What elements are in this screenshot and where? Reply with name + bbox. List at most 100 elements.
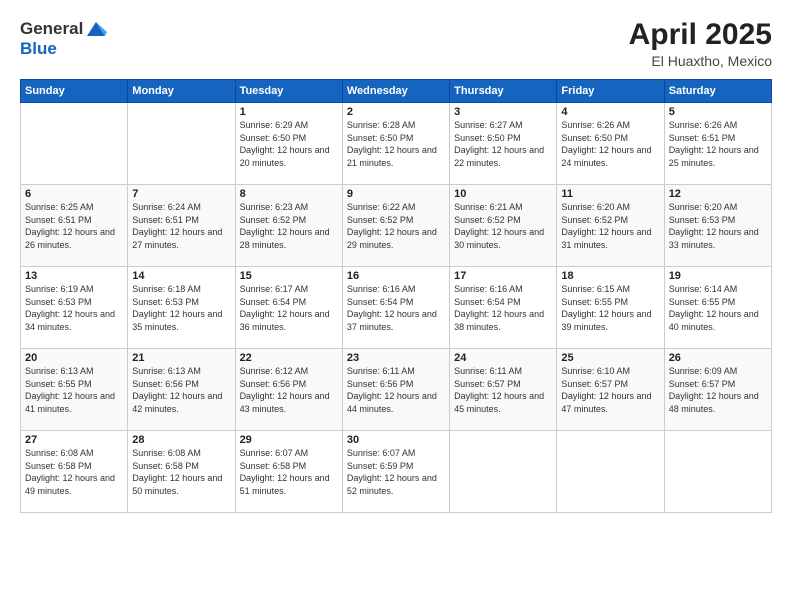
- day-number: 20: [25, 352, 123, 364]
- week-row-5: 27Sunrise: 6:08 AMSunset: 6:58 PMDayligh…: [21, 431, 772, 513]
- calendar-cell: 19Sunrise: 6:14 AMSunset: 6:55 PMDayligh…: [664, 267, 771, 349]
- calendar-cell: 7Sunrise: 6:24 AMSunset: 6:51 PMDaylight…: [128, 185, 235, 267]
- calendar-cell: 12Sunrise: 6:20 AMSunset: 6:53 PMDayligh…: [664, 185, 771, 267]
- day-info: Sunrise: 6:13 AMSunset: 6:55 PMDaylight:…: [25, 365, 123, 415]
- calendar-cell: [21, 103, 128, 185]
- day-info: Sunrise: 6:08 AMSunset: 6:58 PMDaylight:…: [25, 447, 123, 497]
- day-number: 16: [347, 270, 445, 282]
- week-row-2: 6Sunrise: 6:25 AMSunset: 6:51 PMDaylight…: [21, 185, 772, 267]
- calendar-cell: 16Sunrise: 6:16 AMSunset: 6:54 PMDayligh…: [342, 267, 449, 349]
- day-info: Sunrise: 6:09 AMSunset: 6:57 PMDaylight:…: [669, 365, 767, 415]
- calendar-cell: 17Sunrise: 6:16 AMSunset: 6:54 PMDayligh…: [450, 267, 557, 349]
- day-info: Sunrise: 6:14 AMSunset: 6:55 PMDaylight:…: [669, 283, 767, 333]
- calendar-cell: 22Sunrise: 6:12 AMSunset: 6:56 PMDayligh…: [235, 349, 342, 431]
- title-area: April 2025 El Huaxtho, Mexico: [629, 18, 772, 69]
- weekday-header-thursday: Thursday: [450, 80, 557, 103]
- calendar-cell: 5Sunrise: 6:26 AMSunset: 6:51 PMDaylight…: [664, 103, 771, 185]
- calendar-cell: 21Sunrise: 6:13 AMSunset: 6:56 PMDayligh…: [128, 349, 235, 431]
- day-info: Sunrise: 6:24 AMSunset: 6:51 PMDaylight:…: [132, 201, 230, 251]
- day-info: Sunrise: 6:23 AMSunset: 6:52 PMDaylight:…: [240, 201, 338, 251]
- weekday-header-saturday: Saturday: [664, 80, 771, 103]
- day-number: 18: [561, 270, 659, 282]
- calendar-cell: 25Sunrise: 6:10 AMSunset: 6:57 PMDayligh…: [557, 349, 664, 431]
- calendar-cell: 8Sunrise: 6:23 AMSunset: 6:52 PMDaylight…: [235, 185, 342, 267]
- day-info: Sunrise: 6:17 AMSunset: 6:54 PMDaylight:…: [240, 283, 338, 333]
- day-number: 14: [132, 270, 230, 282]
- day-number: 23: [347, 352, 445, 364]
- weekday-header-monday: Monday: [128, 80, 235, 103]
- day-info: Sunrise: 6:20 AMSunset: 6:52 PMDaylight:…: [561, 201, 659, 251]
- day-number: 5: [669, 106, 767, 118]
- calendar-cell: 28Sunrise: 6:08 AMSunset: 6:58 PMDayligh…: [128, 431, 235, 513]
- day-info: Sunrise: 6:27 AMSunset: 6:50 PMDaylight:…: [454, 119, 552, 169]
- calendar-cell: 3Sunrise: 6:27 AMSunset: 6:50 PMDaylight…: [450, 103, 557, 185]
- day-number: 10: [454, 188, 552, 200]
- weekday-header-row: SundayMondayTuesdayWednesdayThursdayFrid…: [21, 80, 772, 103]
- day-info: Sunrise: 6:26 AMSunset: 6:51 PMDaylight:…: [669, 119, 767, 169]
- day-number: 28: [132, 434, 230, 446]
- day-number: 12: [669, 188, 767, 200]
- day-number: 17: [454, 270, 552, 282]
- week-row-3: 13Sunrise: 6:19 AMSunset: 6:53 PMDayligh…: [21, 267, 772, 349]
- calendar-cell: [450, 431, 557, 513]
- week-row-1: 1Sunrise: 6:29 AMSunset: 6:50 PMDaylight…: [21, 103, 772, 185]
- day-info: Sunrise: 6:12 AMSunset: 6:56 PMDaylight:…: [240, 365, 338, 415]
- day-info: Sunrise: 6:28 AMSunset: 6:50 PMDaylight:…: [347, 119, 445, 169]
- day-number: 24: [454, 352, 552, 364]
- calendar-cell: 4Sunrise: 6:26 AMSunset: 6:50 PMDaylight…: [557, 103, 664, 185]
- day-number: 7: [132, 188, 230, 200]
- day-info: Sunrise: 6:07 AMSunset: 6:59 PMDaylight:…: [347, 447, 445, 497]
- calendar-cell: 24Sunrise: 6:11 AMSunset: 6:57 PMDayligh…: [450, 349, 557, 431]
- day-info: Sunrise: 6:22 AMSunset: 6:52 PMDaylight:…: [347, 201, 445, 251]
- calendar-cell: 18Sunrise: 6:15 AMSunset: 6:55 PMDayligh…: [557, 267, 664, 349]
- day-number: 3: [454, 106, 552, 118]
- calendar-cell: 11Sunrise: 6:20 AMSunset: 6:52 PMDayligh…: [557, 185, 664, 267]
- page: General Blue April 2025 El Huaxtho, Mexi…: [0, 0, 792, 612]
- calendar-cell: 20Sunrise: 6:13 AMSunset: 6:55 PMDayligh…: [21, 349, 128, 431]
- logo-icon: [85, 18, 107, 40]
- day-info: Sunrise: 6:07 AMSunset: 6:58 PMDaylight:…: [240, 447, 338, 497]
- day-number: 15: [240, 270, 338, 282]
- calendar-cell: 2Sunrise: 6:28 AMSunset: 6:50 PMDaylight…: [342, 103, 449, 185]
- day-info: Sunrise: 6:18 AMSunset: 6:53 PMDaylight:…: [132, 283, 230, 333]
- day-number: 11: [561, 188, 659, 200]
- day-info: Sunrise: 6:29 AMSunset: 6:50 PMDaylight:…: [240, 119, 338, 169]
- day-number: 25: [561, 352, 659, 364]
- logo: General Blue: [20, 18, 107, 59]
- calendar-cell: 6Sunrise: 6:25 AMSunset: 6:51 PMDaylight…: [21, 185, 128, 267]
- calendar-cell: 9Sunrise: 6:22 AMSunset: 6:52 PMDaylight…: [342, 185, 449, 267]
- day-number: 6: [25, 188, 123, 200]
- day-info: Sunrise: 6:15 AMSunset: 6:55 PMDaylight:…: [561, 283, 659, 333]
- day-info: Sunrise: 6:11 AMSunset: 6:57 PMDaylight:…: [454, 365, 552, 415]
- day-number: 21: [132, 352, 230, 364]
- day-number: 8: [240, 188, 338, 200]
- calendar-cell: 23Sunrise: 6:11 AMSunset: 6:56 PMDayligh…: [342, 349, 449, 431]
- day-number: 1: [240, 106, 338, 118]
- weekday-header-friday: Friday: [557, 80, 664, 103]
- calendar-cell: 30Sunrise: 6:07 AMSunset: 6:59 PMDayligh…: [342, 431, 449, 513]
- day-info: Sunrise: 6:13 AMSunset: 6:56 PMDaylight:…: [132, 365, 230, 415]
- calendar-cell: 27Sunrise: 6:08 AMSunset: 6:58 PMDayligh…: [21, 431, 128, 513]
- day-info: Sunrise: 6:16 AMSunset: 6:54 PMDaylight:…: [454, 283, 552, 333]
- calendar-cell: 13Sunrise: 6:19 AMSunset: 6:53 PMDayligh…: [21, 267, 128, 349]
- calendar-cell: 1Sunrise: 6:29 AMSunset: 6:50 PMDaylight…: [235, 103, 342, 185]
- day-number: 4: [561, 106, 659, 118]
- weekday-header-wednesday: Wednesday: [342, 80, 449, 103]
- day-number: 27: [25, 434, 123, 446]
- day-number: 22: [240, 352, 338, 364]
- day-number: 9: [347, 188, 445, 200]
- day-number: 13: [25, 270, 123, 282]
- calendar-cell: 29Sunrise: 6:07 AMSunset: 6:58 PMDayligh…: [235, 431, 342, 513]
- week-row-4: 20Sunrise: 6:13 AMSunset: 6:55 PMDayligh…: [21, 349, 772, 431]
- calendar-table: SundayMondayTuesdayWednesdayThursdayFrid…: [20, 79, 772, 513]
- weekday-header-tuesday: Tuesday: [235, 80, 342, 103]
- weekday-header-sunday: Sunday: [21, 80, 128, 103]
- day-number: 26: [669, 352, 767, 364]
- logo-general: General: [20, 20, 83, 39]
- logo-blue: Blue: [20, 40, 107, 59]
- day-info: Sunrise: 6:11 AMSunset: 6:56 PMDaylight:…: [347, 365, 445, 415]
- subtitle: El Huaxtho, Mexico: [629, 53, 772, 69]
- calendar-cell: [557, 431, 664, 513]
- day-number: 2: [347, 106, 445, 118]
- day-info: Sunrise: 6:16 AMSunset: 6:54 PMDaylight:…: [347, 283, 445, 333]
